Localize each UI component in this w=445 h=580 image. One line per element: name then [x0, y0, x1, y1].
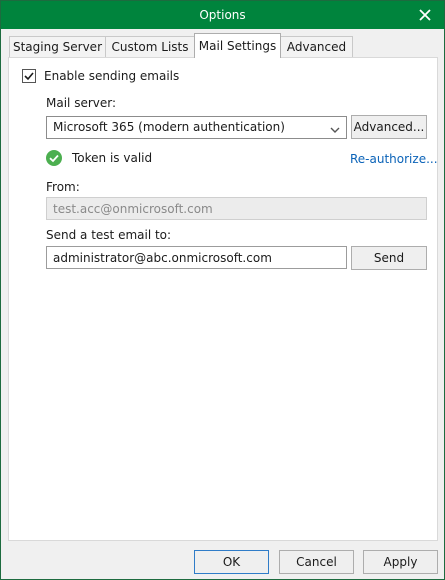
from-field — [46, 197, 427, 220]
enable-emails-label: Enable sending emails — [44, 69, 180, 83]
mail-server-select[interactable]: Microsoft 365 (modern authentication) — [46, 116, 347, 139]
ok-button[interactable]: OK — [194, 550, 269, 574]
tab-custom-lists[interactable]: Custom Lists — [105, 36, 195, 57]
advanced-button[interactable]: Advanced... — [351, 115, 427, 139]
chevron-down-icon — [330, 123, 340, 137]
tab-staging-server[interactable]: Staging Server — [9, 36, 106, 57]
window-title: Options — [199, 8, 246, 22]
check-circle-icon — [46, 150, 62, 166]
apply-button[interactable]: Apply — [363, 550, 438, 574]
title-bar: Options — [1, 1, 444, 29]
test-email-field[interactable] — [46, 246, 347, 269]
options-dialog: Options Staging Server Custom Lists Mail… — [0, 0, 445, 580]
tab-mail-settings[interactable]: Mail Settings — [194, 33, 281, 58]
mail-server-value: Microsoft 365 (modern authentication) — [53, 120, 285, 134]
enable-emails-checkbox[interactable] — [22, 69, 36, 83]
close-icon[interactable] — [416, 6, 434, 24]
mail-settings-panel: Enable sending emails Mail server: Micro… — [8, 57, 438, 541]
test-email-input[interactable] — [47, 247, 346, 268]
cancel-button[interactable]: Cancel — [279, 550, 354, 574]
tab-advanced[interactable]: Advanced — [280, 36, 353, 57]
reauthorize-link[interactable]: Re-authorize... — [350, 152, 438, 166]
token-status-text: Token is valid — [72, 151, 153, 165]
send-button[interactable]: Send — [351, 246, 427, 270]
test-email-label: Send a test email to: — [46, 228, 172, 242]
from-label: From: — [46, 180, 80, 194]
from-input — [47, 198, 426, 219]
mail-server-label: Mail server: — [46, 96, 117, 110]
